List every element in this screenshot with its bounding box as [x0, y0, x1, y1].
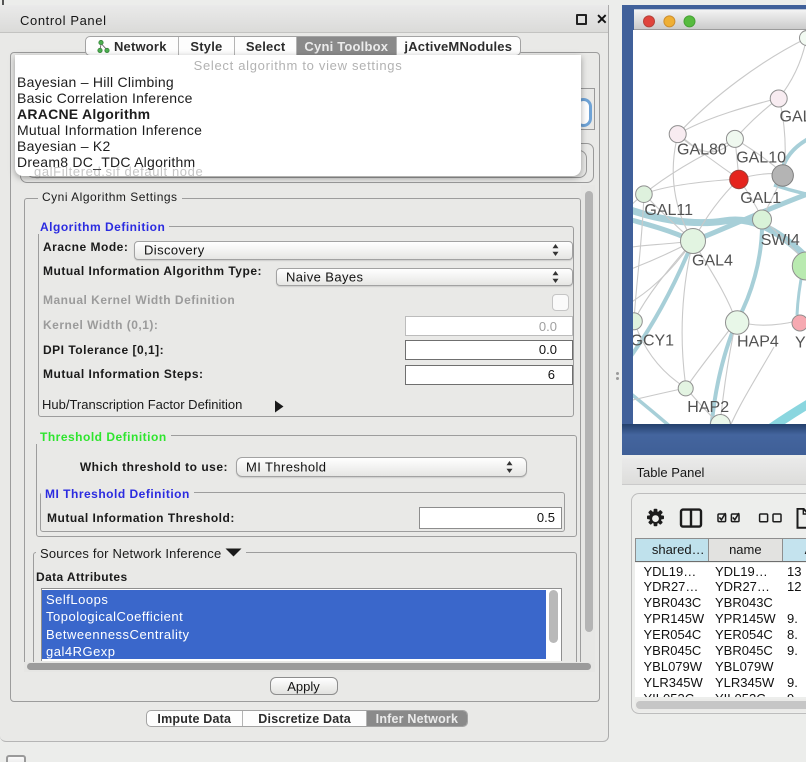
svg-text:GAL11: GAL11 [644, 202, 693, 219]
svg-text:GAL7: GAL7 [780, 109, 806, 126]
svg-text:Y: Y [795, 335, 806, 352]
svg-text:GAL4: GAL4 [692, 253, 733, 270]
svg-text:HAP2: HAP2 [687, 399, 729, 416]
svg-text:GAL10: GAL10 [736, 150, 786, 167]
svg-text:GAL80: GAL80 [677, 142, 727, 159]
svg-text:GCY1: GCY1 [631, 333, 675, 350]
svg-text:HAP4: HAP4 [737, 334, 779, 351]
svg-text:SWI4: SWI4 [761, 232, 800, 249]
svg-text:GAL1: GAL1 [740, 190, 781, 207]
